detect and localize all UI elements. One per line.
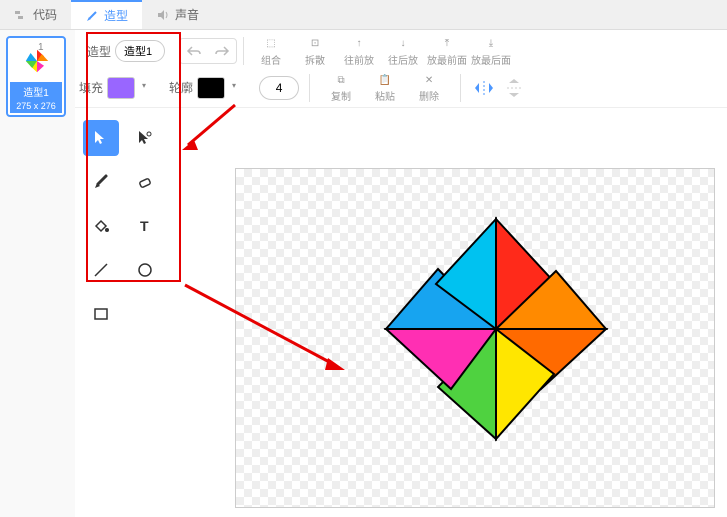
stroke-width-input[interactable] <box>259 76 299 100</box>
costume-list: 1 造型1 275 x 276 <box>0 30 75 517</box>
costume-name-label: 造型 <box>87 43 111 60</box>
outline-color-picker[interactable] <box>197 77 225 99</box>
fill-label: 填充 <box>79 79 103 96</box>
copy-icon: ⧉ <box>337 72 344 88</box>
separator <box>243 37 244 65</box>
tool-text[interactable]: T <box>127 208 163 244</box>
costume-name-input[interactable] <box>115 40 165 62</box>
delete-icon: ✕ <box>425 72 433 88</box>
workspace: T <box>75 108 727 517</box>
tool-circle[interactable] <box>127 252 163 288</box>
front-icon: ⤒ <box>445 36 449 52</box>
backward-icon: ↓ <box>401 36 406 52</box>
paste-icon: 📋 <box>379 72 391 88</box>
forward-button[interactable]: ↑往前放 <box>338 33 380 69</box>
edit-actions: ⧉复制 📋粘贴 ✕删除 <box>320 70 450 106</box>
toolbox: T <box>75 108 165 517</box>
thumb-number: 1 <box>38 42 44 53</box>
backward-button[interactable]: ↓往后放 <box>382 33 424 69</box>
thumb-preview <box>10 40 64 82</box>
style-toolbar: 填充 轮廓 ⧉复制 📋粘贴 ✕删除 <box>75 68 727 108</box>
thumb-size: 275 x 276 <box>10 101 62 113</box>
copy-button[interactable]: ⧉复制 <box>320 70 362 106</box>
ungroup-button[interactable]: ⊡拆散 <box>294 33 336 69</box>
tab-code[interactable]: 代码 <box>0 0 71 29</box>
flip-group <box>471 76 527 100</box>
redo-button[interactable] <box>208 39 236 63</box>
tab-costumes-label: 造型 <box>104 7 128 24</box>
fill-color-picker[interactable] <box>107 77 135 99</box>
undo-redo-group <box>179 38 237 64</box>
flip-vertical-button[interactable] <box>501 76 527 100</box>
flip-horizontal-button[interactable] <box>471 76 497 100</box>
paste-button[interactable]: 📋粘贴 <box>364 70 406 106</box>
editor-tabs: 代码 造型 声音 <box>0 0 727 30</box>
arrange-actions: ⬚组合 ⊡拆散 ↑往前放 ↓往后放 ⤒放最前面 ⤓放最后面 <box>250 33 512 69</box>
thumb-name: 造型1 <box>10 82 62 101</box>
tool-fill[interactable] <box>83 208 119 244</box>
tool-reshape[interactable] <box>127 120 163 156</box>
separator <box>309 74 310 102</box>
tab-sounds-label: 声音 <box>175 6 199 23</box>
tool-rect[interactable] <box>83 296 119 332</box>
tab-code-label: 代码 <box>33 6 57 23</box>
group-icon: ⬚ <box>266 36 275 52</box>
outline-group: 轮廓 <box>169 77 225 99</box>
tool-brush[interactable] <box>83 164 119 200</box>
tab-costumes[interactable]: 造型 <box>71 0 142 29</box>
top-toolbar: 造型 ⬚组合 ⊡拆散 ↑往前放 ↓往后放 ⤒放最前面 ⤓放最后面 <box>75 30 727 68</box>
separator <box>460 74 461 102</box>
outline-label: 轮廓 <box>169 79 193 96</box>
svg-text:T: T <box>140 218 149 234</box>
ungroup-icon: ⊡ <box>311 36 319 52</box>
pinwheel-drawing <box>356 189 636 469</box>
tool-select[interactable] <box>83 120 119 156</box>
canvas-area <box>165 108 727 517</box>
back-icon: ⤓ <box>489 36 493 52</box>
undo-button[interactable] <box>180 39 208 63</box>
main-area: 1 造型1 275 x 276 造型 <box>0 30 727 517</box>
code-icon <box>14 8 28 22</box>
brush-icon <box>85 9 99 23</box>
costume-thumb-1[interactable]: 1 造型1 275 x 276 <box>6 36 66 117</box>
forward-icon: ↑ <box>357 36 362 52</box>
costume-editor: 造型 ⬚组合 ⊡拆散 ↑往前放 ↓往后放 ⤒放最前面 ⤓放最后面 填充 <box>75 30 727 517</box>
fill-group: 填充 <box>79 77 135 99</box>
tool-line[interactable] <box>83 252 119 288</box>
back-button[interactable]: ⤓放最后面 <box>470 33 512 69</box>
group-button[interactable]: ⬚组合 <box>250 33 292 69</box>
drawing-canvas[interactable] <box>235 168 715 508</box>
costume-name-group: 造型 <box>79 36 173 66</box>
tool-eraser[interactable] <box>127 164 163 200</box>
front-button[interactable]: ⤒放最前面 <box>426 33 468 69</box>
delete-button[interactable]: ✕删除 <box>408 70 450 106</box>
sound-icon <box>156 8 170 22</box>
tab-sounds[interactable]: 声音 <box>142 0 213 29</box>
